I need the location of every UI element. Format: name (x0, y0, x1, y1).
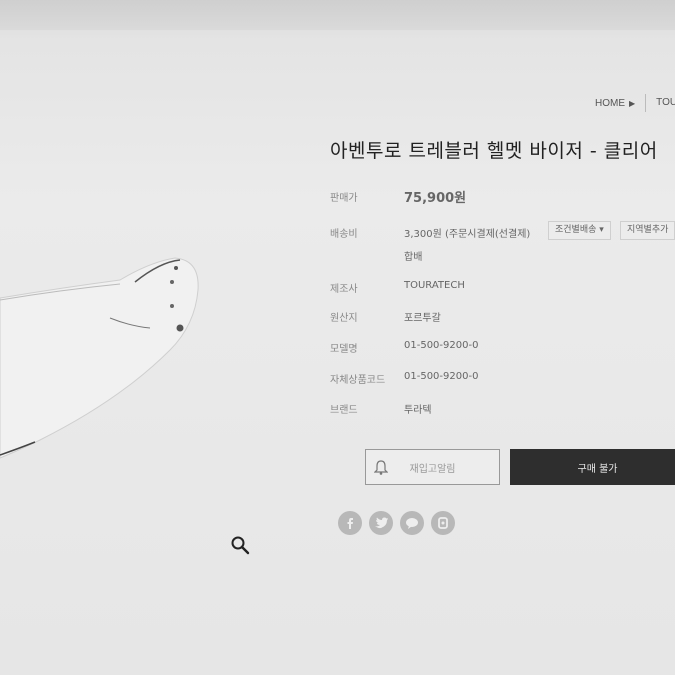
restock-alert-button[interactable]: 재입고알림 (365, 449, 500, 485)
shipping-region-button[interactable]: 지역별추가 (620, 221, 675, 240)
product-title: 아벤투로 트레블러 헬멧 바이저 - 클리어 (330, 140, 658, 162)
breadcrumb: HOME ▶ TOU (595, 94, 675, 112)
product-page: HOME ▶ TOU 아벤투로 트레블러 헬멧 바이저 - 클리어 판매가 75… (0, 0, 675, 675)
breadcrumb-separator-icon: ▶ (629, 98, 636, 108)
shipping-option-1: 조건별배송 (555, 225, 597, 235)
shipping-note: 합배 (404, 252, 423, 263)
brand-label: 브랜드 (330, 405, 358, 416)
breadcrumb-category[interactable]: TOU (645, 94, 675, 112)
model-value: 01-500-9200-0 (404, 340, 479, 351)
code-label: 자체상품코드 (330, 375, 386, 386)
price-label: 판매가 (330, 193, 358, 204)
product-image (0, 257, 199, 459)
band-icon[interactable] (431, 511, 455, 535)
search-icon[interactable] (230, 535, 250, 555)
facebook-icon[interactable] (338, 511, 362, 535)
buy-button[interactable]: 구매 불가 (510, 449, 675, 485)
origin-value: 포르투갈 (404, 313, 441, 324)
breadcrumb-home[interactable]: HOME (595, 98, 625, 109)
code-value: 01-500-9200-0 (404, 371, 479, 382)
shipping-label: 배송비 (330, 229, 358, 240)
kakao-icon[interactable] (400, 511, 424, 535)
top-band (0, 0, 675, 30)
maker-value: TOURATECH (404, 280, 465, 291)
restock-label: 재입고알림 (409, 463, 456, 475)
origin-label: 원산지 (330, 313, 358, 324)
brand-value: 투라텍 (404, 405, 432, 416)
bell-icon (374, 460, 388, 475)
shipping-value: 3,300원 (주문시결제(선결제) (404, 229, 531, 240)
price-value: 75,900원 (404, 191, 467, 206)
shipping-condition-dropdown[interactable]: 조건별배송 ▾ (548, 221, 611, 240)
twitter-icon[interactable] (369, 511, 393, 535)
model-label: 모델명 (330, 344, 358, 355)
maker-label: 제조사 (330, 284, 358, 295)
buy-label: 구매 불가 (577, 463, 618, 475)
